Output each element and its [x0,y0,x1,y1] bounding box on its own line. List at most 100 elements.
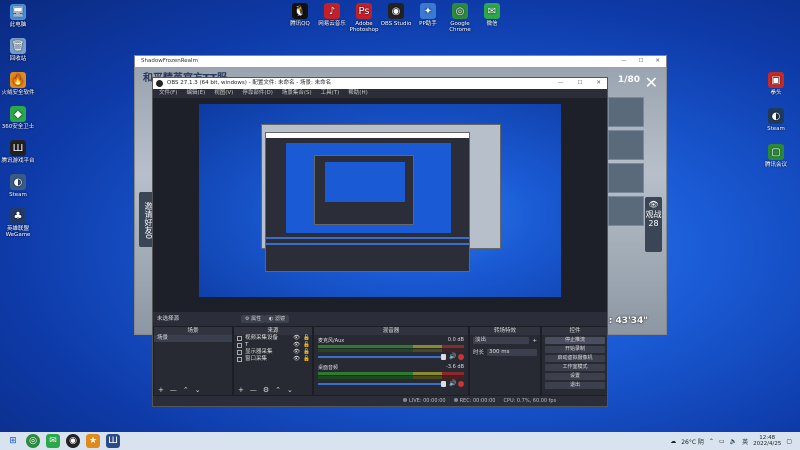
maximize-icon[interactable]: ☐ [638,56,643,67]
remove-icon[interactable]: — [250,386,257,394]
add-icon[interactable]: + [158,386,164,394]
game-window-titlebar[interactable]: ShadowFrozenRealm — ☐ ✕ [135,56,666,67]
desktop-shortcut[interactable]: ◐ Steam [756,108,796,132]
maximize-icon[interactable]: ☐ [577,78,582,89]
game-tile[interactable] [608,130,644,160]
clock[interactable]: 12:48 2022/4/25 [753,435,781,448]
mute-icon[interactable] [458,353,464,360]
volume-slider[interactable] [318,380,446,387]
transition-type-select[interactable]: 淡出 [473,337,530,344]
volume-slider-handle[interactable] [441,380,446,387]
eye-icon[interactable]: 👁 [293,356,300,363]
filters-button[interactable]: ◐ 滤镜 [265,315,289,323]
desktop-shortcut[interactable]: ▢ 腾讯会议 [756,144,796,168]
menu-item[interactable]: 工具(T) [321,89,340,98]
scene-item[interactable]: 场景 [154,335,232,342]
menu-item[interactable]: 视图(V) [214,89,233,98]
lock-icon[interactable]: 🔓 [303,349,310,356]
desktop-shortcut-label: 拳头 [770,90,782,96]
move-up-icon[interactable]: ⌃ [275,386,281,394]
move-down-icon[interactable]: ⌄ [195,386,201,394]
windows-start-icon[interactable]: ⊞ [6,434,20,448]
desktop-shortcut[interactable]: 🗑 回收站 [0,38,38,62]
minimize-icon[interactable]: — [621,56,627,67]
volume-slider-handle[interactable] [441,353,446,360]
properties-label: 属性 [251,316,262,322]
mute-icon[interactable] [458,380,464,387]
move-up-icon[interactable]: ⌃ [183,386,189,394]
desktop-shortcut[interactable]: ✉ 微信 [472,3,512,27]
desktop-shortcut[interactable]: ◐ Steam [0,174,38,198]
menu-item[interactable]: 场景集合(S) [282,89,312,98]
menu-item[interactable]: 文件(F) [159,89,177,98]
menu-item[interactable]: 停靠部件(D) [242,89,273,98]
control-button[interactable]: 停止推流 [545,337,605,344]
eye-icon[interactable]: 👁 [293,335,300,342]
control-button[interactable]: 启动虚拟摄像机 [545,355,605,362]
speaker-icon[interactable]: 🔊 [449,353,456,360]
game-tile[interactable] [608,97,644,127]
network-icon[interactable]: ▭ [719,438,725,445]
desktop-shortcut-label: Steam [9,192,27,198]
weather-text[interactable]: 26°C 阴 [681,437,704,446]
desktop-shortcut-label: 此电脑 [9,22,27,28]
wechat-taskbar-icon[interactable]: ✉ [46,434,60,448]
source-item[interactable]: T 👁 🔓 [234,342,312,349]
desktop-shortcut[interactable]: 🔥 火绒安全软件 [0,72,38,96]
desktop-shortcut[interactable]: Ш 腾讯游戏平台 [0,140,38,164]
control-button[interactable]: 工作室模式 [545,364,605,371]
desktop-shortcut[interactable]: ♣ 英雄联盟WeGame [0,208,38,239]
close-icon[interactable]: ✕ [655,56,660,67]
properties-button[interactable]: ⚙ 属性 [241,315,266,323]
source-item[interactable]: 显示器采集 👁 🔓 [234,349,312,356]
eye-icon[interactable]: 👁 [293,342,300,349]
move-down-icon[interactable]: ⌄ [287,386,293,394]
volume-icon[interactable]: 🔈 [730,438,737,445]
source-label: 视频采集设备 [245,335,279,341]
source-item[interactable]: 窗口采集 👁 🔓 [234,356,312,363]
notification-icon[interactable]: ▢ [786,438,792,445]
chevron-up-icon[interactable]: ⌃ [709,438,714,445]
transition-duration-input[interactable]: 300 ms [487,348,537,356]
game-tile[interactable] [608,163,644,193]
add-icon[interactable]: + [532,338,537,344]
desktop-shortcut-icon: ▢ [768,144,784,160]
obs-preview-canvas[interactable] [199,104,561,304]
add-icon[interactable]: + [238,386,244,394]
volume-slider[interactable] [318,353,446,360]
desktop-shortcut[interactable]: 🖥 此电脑 [0,4,38,28]
spectate-button[interactable]: 👁 观战 28 [645,197,662,252]
spectate-label: 观战 [645,209,662,219]
game-taskbar-icon[interactable]: ★ [86,434,100,448]
menu-item[interactable]: 编辑(E) [186,89,205,98]
remove-icon[interactable]: — [170,386,177,394]
lock-icon[interactable]: 🔓 [303,342,310,349]
control-button[interactable]: 设置 [545,373,605,380]
close-icon[interactable]: ✕ [596,78,601,89]
minimize-icon[interactable]: — [558,78,564,89]
transition-duration-row: 时长 300 ms [470,346,540,358]
control-button[interactable]: 退出 [545,382,605,389]
desktop-shortcut-label: 微信 [486,21,498,27]
speaker-icon[interactable]: 🔊 [449,380,456,387]
game-player-counter: 1/80 [617,75,640,85]
menu-item[interactable]: 帮助(H) [348,89,367,98]
lock-icon[interactable]: 🔓 [303,356,310,363]
obs-taskbar-icon[interactable]: ◉ [66,434,80,448]
lock-icon[interactable]: 🔓 [303,335,310,342]
desktop-shortcut[interactable]: ◆ 360安全卫士 [0,106,38,130]
obs-title: OBS 27.1.3 (64 bit, windows) - 配置文件: 未命名… [167,80,332,86]
chrome-taskbar-icon[interactable]: ◎ [26,434,40,448]
eye-icon[interactable]: 👁 [293,349,300,356]
ime-indicator[interactable]: 英 [742,437,748,446]
volume-slider-row: 🔊 [318,353,464,360]
obs-titlebar[interactable]: OBS 27.1.3 (64 bit, windows) - 配置文件: 未命名… [153,78,607,89]
obs-window[interactable]: OBS 27.1.3 (64 bit, windows) - 配置文件: 未命名… [152,77,608,407]
desktop-shortcut[interactable]: ▣ 拳头 [756,72,796,96]
control-button[interactable]: 开始录制 [545,346,605,353]
gear-icon[interactable]: ⚙ [263,386,269,394]
app-taskbar-icon[interactable]: Ш [106,434,120,448]
game-tile[interactable] [608,196,644,226]
source-item[interactable]: 视频采集设备 👁 🔓 [234,335,312,342]
game-close-icon[interactable]: ✕ [645,73,658,92]
